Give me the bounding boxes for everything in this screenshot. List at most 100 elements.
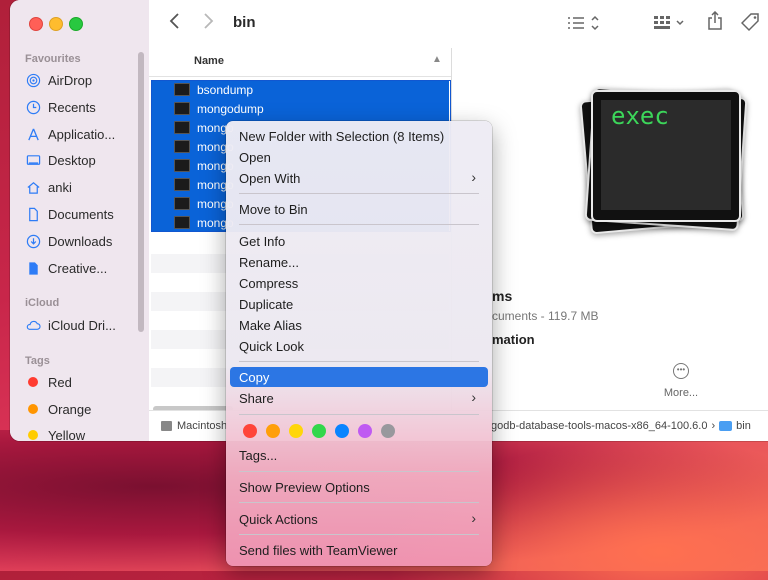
exec-file-icon (174, 216, 190, 229)
sidebar-item-label: iCloud Dri... (48, 317, 116, 333)
tag-color-orange[interactable] (266, 424, 280, 438)
column-header-name[interactable]: Name ▲ (149, 48, 451, 77)
tag-icon[interactable] (740, 12, 761, 37)
close-window-button[interactable] (29, 17, 43, 31)
submenu-arrow-icon: › (471, 389, 476, 405)
menu-separator (239, 502, 479, 503)
exec-file-icon (174, 140, 190, 153)
sidebar-item-label: Downloads (48, 233, 113, 249)
preview-subtitle: cuments - 119.7 MB (492, 309, 599, 323)
sidebar-item-label: Yellow (48, 427, 86, 442)
tag-color-purple[interactable] (358, 424, 372, 438)
menu-item-new-folder-with-selection[interactable]: New Folder with Selection (8 Items) (230, 126, 488, 146)
sidebar-tag-red[interactable]: Red (25, 372, 72, 392)
list-item[interactable]: bsondump (151, 80, 449, 99)
menu-item-label: Open (239, 149, 271, 165)
menu-item-quick-look[interactable]: Quick Look (230, 336, 488, 356)
path-item-disk[interactable]: Macintosh (161, 420, 227, 432)
menu-item-share[interactable]: Share › (230, 388, 488, 408)
sidebar-item-label: Red (48, 374, 72, 390)
menu-item-copy[interactable]: Copy (230, 367, 488, 387)
sidebar-item-icloud-drive[interactable]: iCloud Dri... (25, 315, 116, 335)
sidebar-tag-yellow[interactable]: Yellow (25, 425, 85, 441)
airdrop-icon (25, 72, 41, 88)
path-item-folder[interactable]: godb-database-tools-macos-x86_64-100.6.0… (491, 420, 751, 432)
tag-color-yellow[interactable] (289, 424, 303, 438)
menu-separator (239, 534, 479, 535)
orange-tag-dot (28, 404, 38, 414)
window-title: bin (233, 14, 256, 31)
tag-color-red[interactable] (243, 424, 257, 438)
exec-file-icon (174, 121, 190, 134)
sidebar-item-downloads[interactable]: Downloads (25, 231, 112, 251)
menu-item-get-info[interactable]: Get Info (230, 231, 488, 251)
sidebar-item-applications[interactable]: Applicatio... (25, 124, 115, 144)
sort-ascending-icon: ▲ (432, 54, 442, 65)
clock-icon (25, 99, 41, 115)
forward-icon[interactable] (202, 12, 214, 35)
menu-separator (239, 361, 479, 362)
menu-item-label: Show Preview Options (239, 479, 370, 495)
desktop-icon (25, 152, 41, 168)
tag-color-blue[interactable] (335, 424, 349, 438)
home-icon (25, 179, 41, 195)
list-item[interactable]: mongodump (151, 99, 449, 118)
menu-item-duplicate[interactable]: Duplicate (230, 294, 488, 314)
menu-item-move-to-bin[interactable]: Move to Bin (230, 199, 488, 219)
sidebar-item-label: anki (48, 179, 72, 195)
sidebar-tag-orange[interactable]: Orange (25, 399, 91, 419)
more-button[interactable]: ••• More... (654, 363, 708, 399)
menu-item-label: New Folder with Selection (8 Items) (239, 128, 445, 144)
menu-item-label: Share (239, 390, 274, 406)
favourites-heading: Favourites (25, 53, 81, 65)
menu-separator (239, 224, 479, 225)
sidebar-scrollbar[interactable] (138, 52, 144, 332)
sidebar-item-label: Creative... (48, 260, 108, 276)
menu-item-show-preview-options[interactable]: Show Preview Options (230, 477, 488, 497)
exec-file-icon (174, 102, 190, 115)
path-parent-label: godb-database-tools-macos-x86_64-100.6.0 (491, 420, 708, 432)
menu-item-make-alias[interactable]: Make Alias (230, 315, 488, 335)
exec-file-icon (174, 178, 190, 191)
folder-icon (719, 421, 733, 431)
back-icon[interactable] (169, 12, 181, 35)
menu-item-open-with[interactable]: Open With › (230, 168, 488, 188)
cloud-icon (25, 317, 41, 333)
document-icon (25, 206, 41, 222)
minimize-window-button[interactable] (49, 17, 63, 31)
menu-item-label: Tags... (239, 447, 278, 463)
menu-item-label: Compress (239, 275, 299, 291)
sidebar-item-recents[interactable]: Recents (25, 97, 96, 117)
sidebar-item-label: Recents (48, 99, 96, 115)
menu-item-quick-actions[interactable]: Quick Actions › (230, 509, 488, 529)
menu-item-label: Quick Look (239, 338, 305, 354)
file-name: mongodump (197, 101, 264, 116)
tag-color-grey[interactable] (381, 424, 395, 438)
menu-item-rename[interactable]: Rename... (230, 252, 488, 272)
zoom-window-button[interactable] (69, 17, 83, 31)
sidebar-item-creative[interactable]: Creative... (25, 258, 107, 278)
submenu-arrow-icon: › (471, 169, 476, 185)
context-menu: New Folder with Selection (8 Items) Open… (226, 121, 492, 566)
path-folder-label: bin (736, 420, 751, 432)
menu-item-compress[interactable]: Compress (230, 273, 488, 293)
exec-icon: exec (579, 82, 749, 242)
file-name: bsondump (197, 82, 254, 97)
group-icon[interactable] (653, 14, 687, 37)
tag-color-green[interactable] (312, 424, 326, 438)
yellow-tag-dot (28, 430, 38, 440)
sidebar-item-airdrop[interactable]: AirDrop (25, 70, 92, 90)
menu-item-label: Get Info (239, 233, 286, 249)
menu-separator (239, 471, 479, 472)
sidebar-item-documents[interactable]: Documents (25, 204, 114, 224)
menu-item-open[interactable]: Open (230, 147, 488, 167)
list-view-icon[interactable] (567, 14, 601, 37)
sidebar-item-home[interactable]: anki (25, 177, 72, 197)
sidebar-item-desktop[interactable]: Desktop (25, 150, 96, 170)
share-icon[interactable] (707, 10, 723, 36)
menu-item-send-with-teamviewer[interactable]: Send files with TeamViewer (230, 540, 488, 560)
more-label: More... (663, 387, 699, 399)
menu-item-label: Duplicate (239, 296, 294, 312)
exec-file-icon (174, 159, 190, 172)
menu-item-tags[interactable]: Tags... (230, 445, 488, 465)
